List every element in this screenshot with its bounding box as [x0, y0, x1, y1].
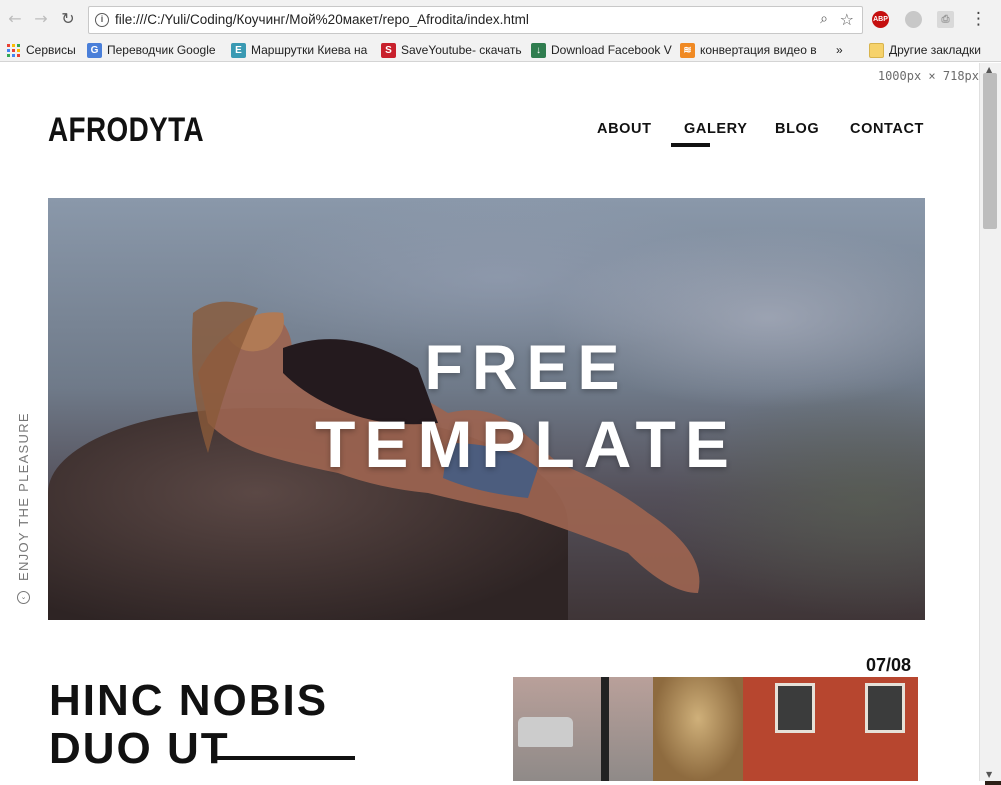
menu-icon[interactable]: ⋮ [970, 8, 987, 30]
site-logo[interactable]: AFRODYTA [48, 111, 204, 150]
nav-blog[interactable]: BLOG [775, 121, 819, 137]
bookmark-label: Сервисы [26, 43, 76, 57]
download-icon: ↓ [531, 43, 546, 58]
bookmark-label: конвертация видео в [700, 43, 817, 57]
bookmark-label: SaveYoutube- скачать [401, 43, 522, 57]
bookmark-marshrutki[interactable]: E Маршрутки Киева на [231, 42, 367, 59]
adblock-icon[interactable]: ABP [872, 11, 889, 28]
address-bar[interactable]: i file:///C:/Yuli/Coding/Коучинг/Мой%20м… [88, 6, 863, 34]
bookmark-services[interactable]: Сервисы [6, 42, 76, 59]
reload-icon[interactable]: ↻ [59, 10, 77, 28]
window [775, 683, 815, 733]
bookmark-label: Download Facebook V [551, 43, 672, 57]
window [865, 683, 905, 733]
forward-icon[interactable]: → [32, 10, 50, 28]
translate-icon: G [87, 43, 102, 58]
browser-toolbar: ← → ↻ i file:///C:/Yuli/Coding/Коучинг/М… [0, 0, 1001, 39]
nav-contact[interactable]: CONTACT [850, 121, 924, 137]
bookmark-label: Маршрутки Киева на [251, 43, 368, 57]
heading-line-1: HINC NOBIS [49, 676, 329, 725]
nav-about[interactable]: ABOUT [597, 121, 652, 137]
gallery-counter: 07/08 [866, 655, 912, 675]
car [518, 717, 573, 747]
bookmark-label: Переводчик Google [107, 43, 216, 57]
ghostery-icon[interactable] [905, 11, 922, 28]
costume-figure [653, 677, 743, 781]
zoom-icon[interactable]: ⌕ [820, 11, 828, 27]
waveform-icon: ≋ [680, 43, 695, 58]
lamp-post [601, 677, 609, 781]
size-indicator: 1000px × 718px [877, 69, 979, 83]
hero-title-free: FREE [424, 333, 629, 403]
scrollbar-thumb[interactable] [983, 73, 997, 229]
nav-active-underline [671, 143, 710, 147]
bookmark-saveyoutube[interactable]: S SaveYoutube- скачать [381, 42, 522, 59]
bookmark-facebook[interactable]: ↓ Download Facebook V [531, 42, 672, 59]
heading-line-2: DUO UT [49, 724, 230, 773]
e-icon: E [231, 43, 246, 58]
hero-title-template: TEMPLATE [315, 407, 738, 481]
scroll-down-arrow-icon[interactable]: ▼ [986, 770, 992, 779]
heading-decor-line [215, 756, 355, 760]
scrollbar[interactable]: ▲ ▼ [979, 63, 1001, 781]
bookmark-konvertacia[interactable]: ≋ конвертация видео в [680, 42, 817, 59]
page-viewport: 1000px × 718px AFRODYTA ABOUT GALERY BLO… [0, 63, 979, 781]
overflow-chevron-icon: » [836, 43, 843, 57]
pdf-extension-icon[interactable]: ⎙ [937, 11, 954, 28]
star-icon[interactable]: ☆ [840, 10, 854, 29]
nav-galery[interactable]: GALERY [684, 121, 747, 137]
apps-grid-icon [6, 43, 21, 58]
gallery-image[interactable] [513, 677, 918, 781]
info-icon[interactable]: i [95, 13, 109, 27]
side-tagline: ENJOY THE PLEASURE [16, 412, 31, 581]
bookmarks-overflow[interactable]: » [818, 42, 843, 59]
bookmark-label: Другие закладки [889, 43, 981, 57]
folder-icon [869, 43, 884, 58]
bookmark-other[interactable]: Другие закладки [869, 42, 981, 59]
s-icon: S [381, 43, 396, 58]
scroll-down-icon[interactable]: ⌄ [17, 591, 30, 604]
url-text[interactable]: file:///C:/Yuli/Coding/Коучинг/Мой%20мак… [115, 12, 529, 27]
back-icon[interactable]: ← [6, 10, 24, 28]
bookmarks-bar: Сервисы G Переводчик Google E Маршрутки … [0, 39, 1001, 62]
hero-image: FREE TEMPLATE [48, 198, 925, 620]
bookmark-translate[interactable]: G Переводчик Google [87, 42, 216, 59]
